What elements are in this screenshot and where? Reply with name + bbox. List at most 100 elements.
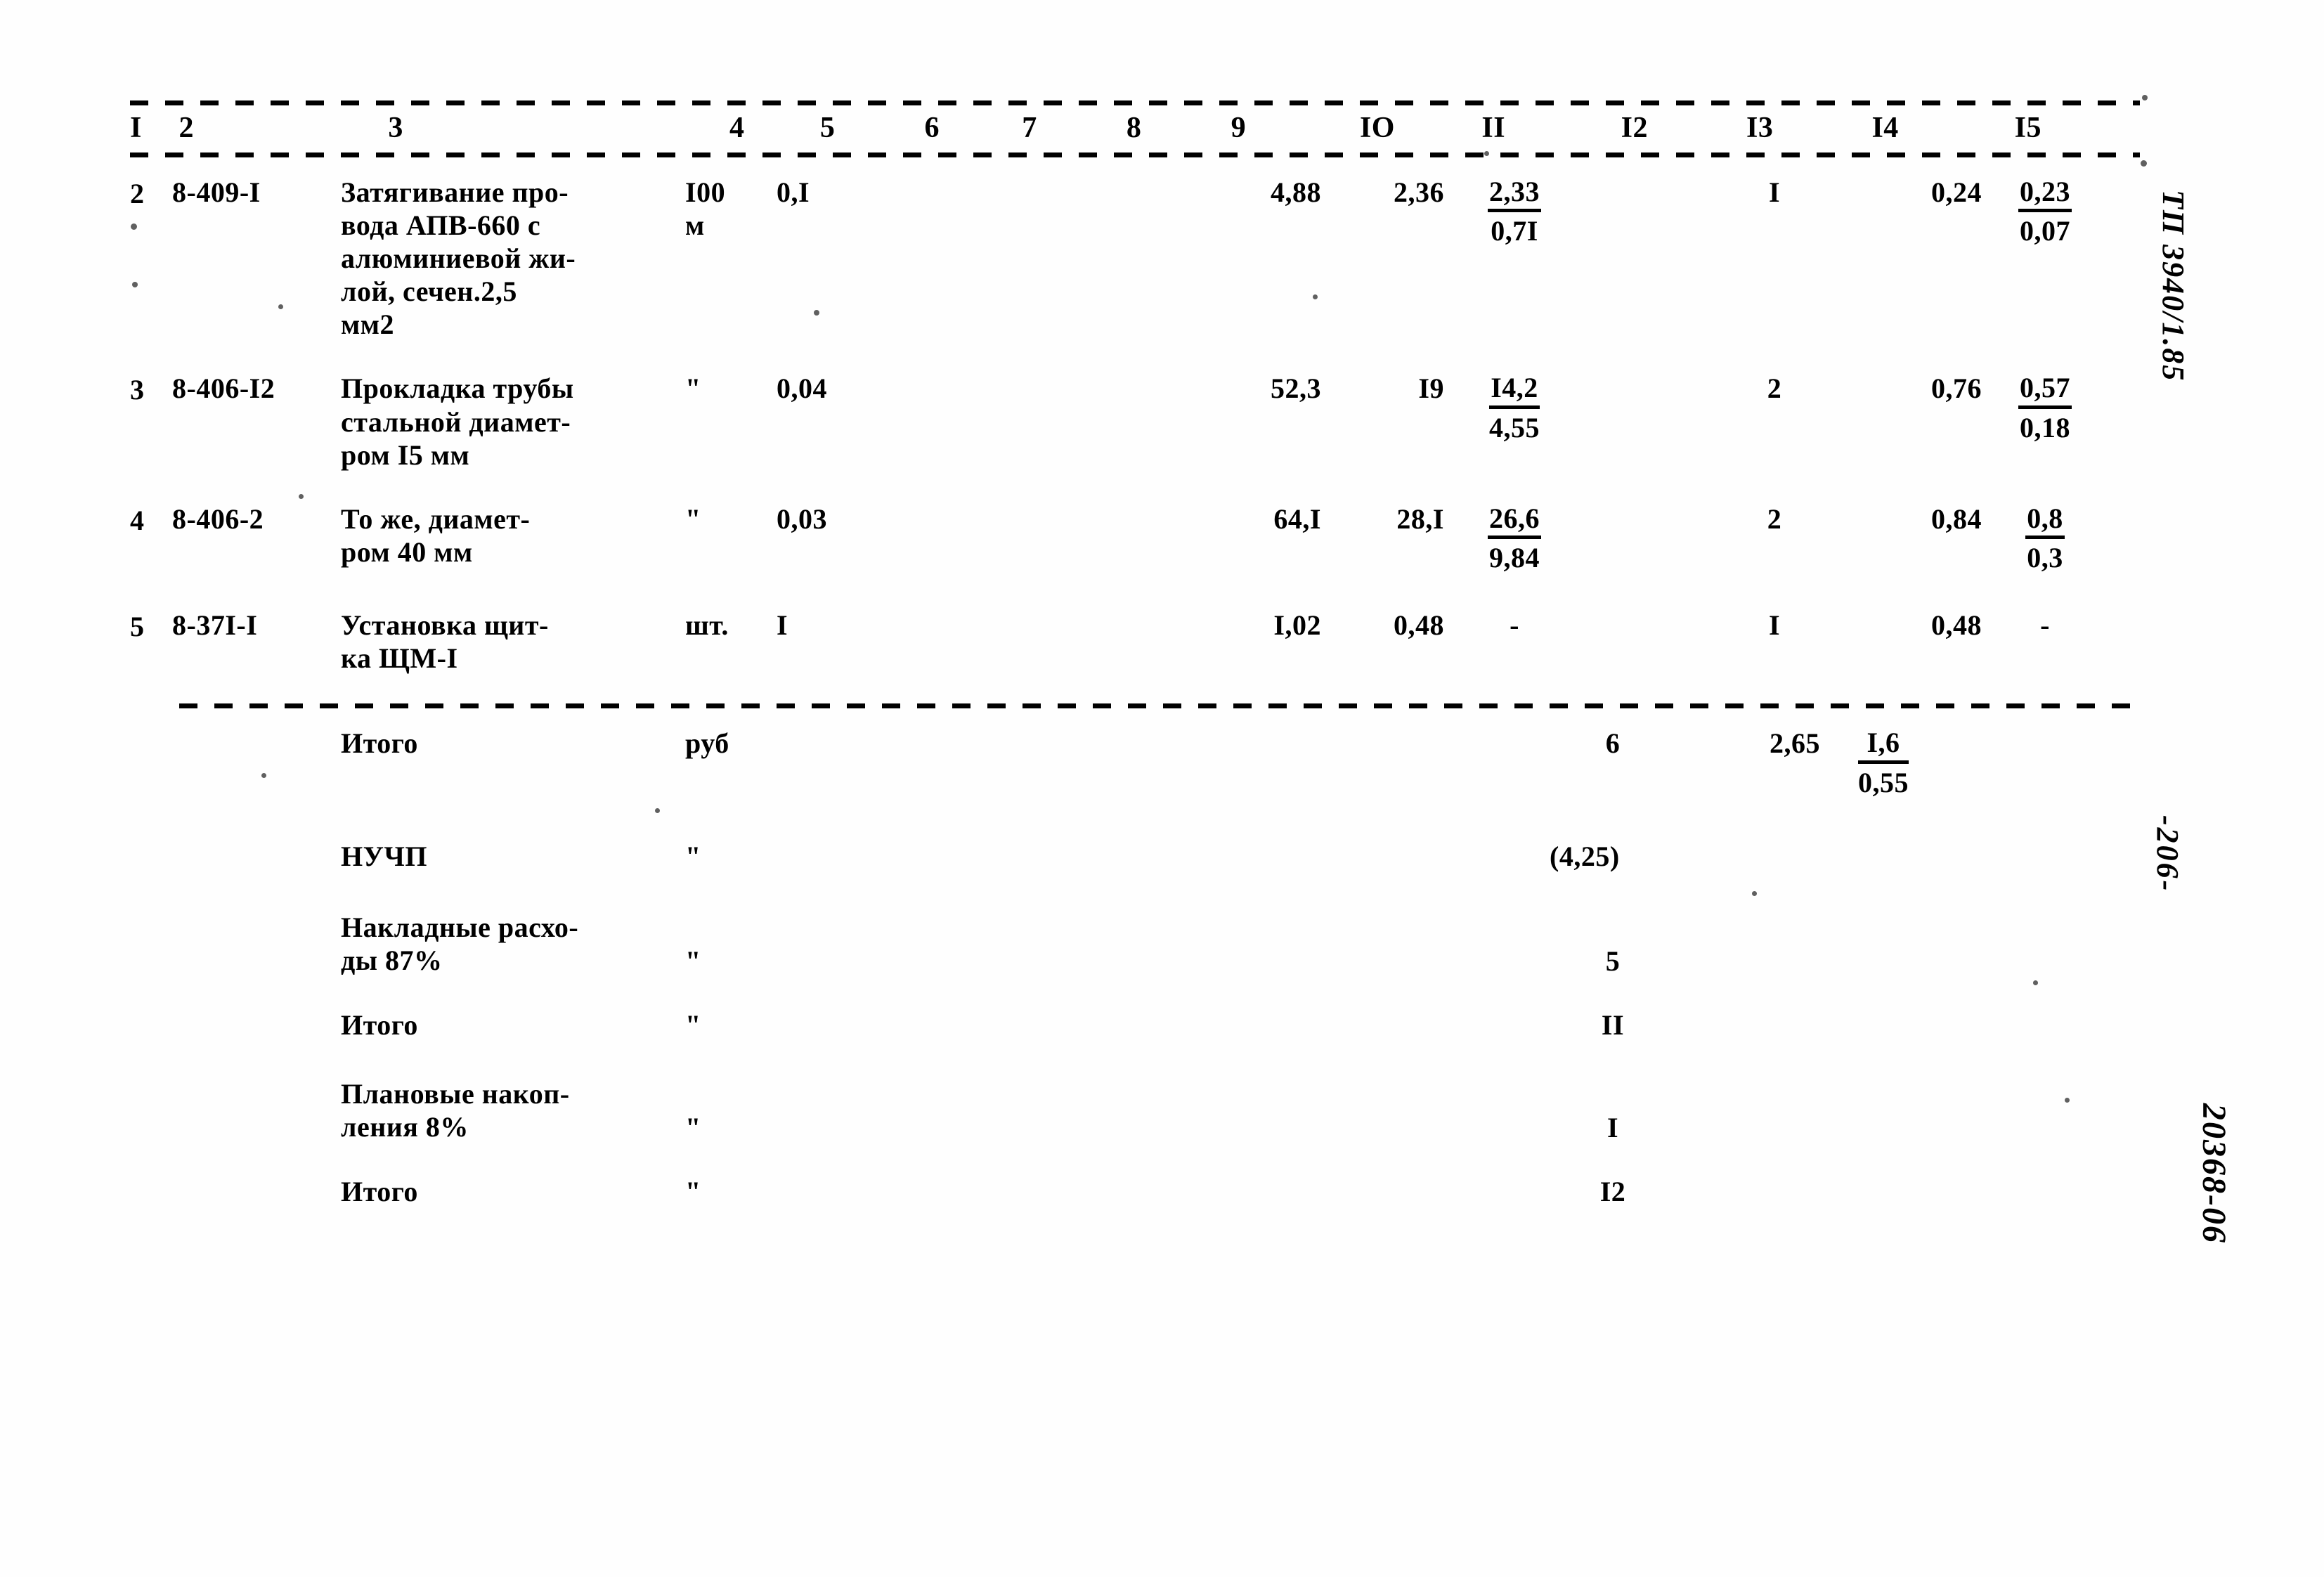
totals-separator-rule <box>179 701 2133 709</box>
row-description: Прокладка трубы стальной диамет- ром I5 … <box>341 372 574 471</box>
row-quantity: 0,03 <box>777 503 827 536</box>
col-header-11: II <box>1481 112 1506 144</box>
row-col9: 64,I <box>1273 503 1321 536</box>
summary-label: Накладные расхо- ды 87% <box>341 911 579 977</box>
fraction: 2,33 0,7I <box>1488 176 1541 248</box>
row-col13: 2 <box>1767 503 1782 536</box>
row-col15-fraction: 0,23 0,07 <box>1982 176 2108 248</box>
summary-label: Плановые накоп- ления 8% <box>341 1077 570 1143</box>
summary-unit: " <box>685 1111 701 1143</box>
summary-col15-fraction: I,6 0,55 <box>1820 727 1947 799</box>
table-header-band: I 2 3 4 5 6 7 8 9 IO II I2 I3 I4 I5 <box>130 98 2140 157</box>
fraction-numerator: 0,8 <box>2025 502 2065 540</box>
col-header-4: 4 <box>729 112 745 144</box>
fraction-numerator: I,6 <box>1858 727 1909 764</box>
row-quantity: 0,I <box>777 176 810 208</box>
fraction-numerator: 0,23 <box>2018 176 2072 212</box>
row-col10: I9 <box>1418 372 1444 405</box>
row-col9: I,02 <box>1273 609 1321 641</box>
fraction: 0,8 0,3 <box>2025 502 2065 575</box>
row-unit: " <box>685 372 701 405</box>
fraction: 0,23 0,07 <box>2018 176 2072 248</box>
row-norm-code: 8-406-2 <box>172 503 264 536</box>
col-header-7: 7 <box>1022 112 1037 144</box>
margin-document-code: 20368-06 <box>2195 1103 2233 1244</box>
row-unit: " <box>685 503 701 536</box>
row-description: Затягивание про- вода АПВ-660 с алюминие… <box>341 176 576 341</box>
row-number: 5 <box>130 610 145 642</box>
fraction-numerator: 26,6 <box>1488 502 1541 540</box>
fraction-numerator: I4,2 <box>1489 372 1540 409</box>
table-row: 4 8-406-2 То же, диамет- ром 40 мм " 0,0… <box>130 474 2140 578</box>
fraction-denominator: 0,07 <box>2020 214 2070 247</box>
row-col13: I <box>1768 176 1781 208</box>
row-col15-fraction: 0,8 0,3 <box>1982 502 2108 575</box>
summary-unit: " <box>685 840 701 872</box>
row-number: 4 <box>130 505 145 537</box>
col-header-15: I5 <box>2014 112 2041 144</box>
table-row: 3 8-406-I2 Прокладка трубы стальной диам… <box>130 344 2140 474</box>
row-col14: 0,48 <box>1931 609 1982 641</box>
summary-label: НУЧП <box>341 840 427 872</box>
fraction-numerator: 0,57 <box>2018 372 2072 409</box>
row-col11: - <box>1510 609 1519 641</box>
row-unit: I00 м <box>685 176 726 241</box>
summary-unit: " <box>685 1175 701 1207</box>
row-col15: - <box>2040 609 2050 641</box>
fraction-numerator: 2,33 <box>1488 176 1541 212</box>
scan-speck <box>2142 95 2148 100</box>
row-col9: 4,88 <box>1271 176 1321 208</box>
fraction: 0,57 0,18 <box>2018 372 2072 444</box>
row-unit: шт. <box>685 609 729 641</box>
header-rule-top <box>130 98 2140 105</box>
col-header-6: 6 <box>924 112 940 144</box>
row-col13: 2 <box>1767 372 1782 405</box>
col-header-8: 8 <box>1126 112 1142 144</box>
col-header-10: IO <box>1359 112 1395 144</box>
summary-col13: 5 <box>1605 945 1621 978</box>
row-number: 2 <box>130 177 145 209</box>
row-description: Установка щит- ка ЩМ-I <box>341 609 549 675</box>
row-col13: I <box>1768 609 1781 641</box>
fraction-denominator: 0,18 <box>2020 411 2070 443</box>
summary-col13: (4,25) <box>1550 840 1620 872</box>
summary-row: Итого " I2 <box>130 1175 2140 1208</box>
table-row: 5 8-37I-I Установка щит- ка ЩМ-I шт. I I… <box>130 578 2140 677</box>
summary-row: Накладные расхо- ды 87% " 5 <box>130 911 2140 978</box>
fraction: 26,6 9,84 <box>1488 502 1541 575</box>
row-norm-code: 8-37I-I <box>172 609 258 641</box>
row-col14: 0,76 <box>1931 372 1982 405</box>
col-header-12: I2 <box>1621 112 1648 144</box>
row-col10: 2,36 <box>1394 176 1444 208</box>
summary-row: Итого " II <box>130 1008 2140 1041</box>
fraction-denominator: 0,55 <box>1858 766 1909 798</box>
row-col11-fraction: 2,33 0,7I <box>1444 176 1585 248</box>
column-number-row: I 2 3 4 5 6 7 8 9 IO II I2 I3 I4 I5 <box>130 105 2140 150</box>
summary-col13: 6 <box>1605 727 1621 760</box>
fraction: I4,2 4,55 <box>1489 372 1540 444</box>
col-header-9: 9 <box>1231 112 1247 144</box>
col-header-1: I <box>130 112 142 144</box>
table-row: 2 8-409-I Затягивание про- вода АПВ-660 … <box>130 157 2140 344</box>
summary-unit: руб <box>685 727 729 760</box>
fraction-denominator: 4,55 <box>1489 411 1540 443</box>
summary-col13: I <box>1606 1111 1619 1143</box>
summary-label: Итого <box>341 1175 418 1207</box>
row-col10: 28,I <box>1396 503 1444 536</box>
row-description: То же, диамет- ром 40 мм <box>341 503 531 569</box>
row-col14: 0,24 <box>1931 176 1982 208</box>
summary-row: НУЧП " (4,25) <box>130 840 2140 873</box>
summary-label: Итого <box>341 1009 418 1041</box>
col-header-13: I3 <box>1746 112 1774 144</box>
col-header-2: 2 <box>178 112 194 144</box>
row-quantity: 0,04 <box>777 372 827 405</box>
summary-block: Итого руб 6 2,65 I,6 0,55 НУЧП " (4,25) <box>130 727 2140 1208</box>
scan-speck <box>2141 160 2147 167</box>
fraction-denominator: 0,3 <box>2027 542 2063 574</box>
summary-label: Итого <box>341 727 418 760</box>
summary-col13: I2 <box>1599 1175 1626 1207</box>
summary-col14: 2,65 <box>1770 727 1820 760</box>
row-col10: 0,48 <box>1394 609 1444 641</box>
row-norm-code: 8-409-I <box>172 176 261 208</box>
row-norm-code: 8-406-I2 <box>172 372 275 405</box>
